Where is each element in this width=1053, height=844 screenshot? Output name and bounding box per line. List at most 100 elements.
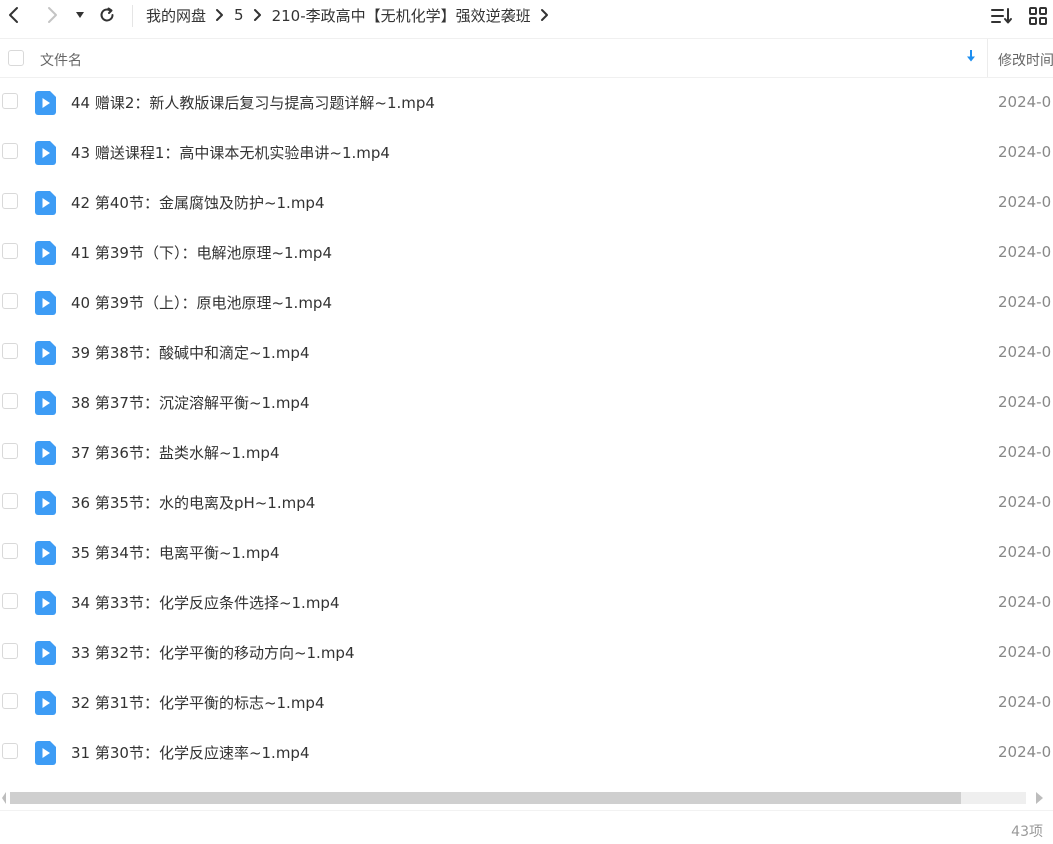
file-list: 44 赠课2：新人教版课后复习与提高习题详解~1.mp4 2024-0 43 赠…	[0, 78, 1053, 788]
scroll-left-arrow-icon[interactable]	[0, 790, 8, 806]
column-divider[interactable]	[987, 39, 988, 77]
breadcrumb-item-folder-5[interactable]: 5	[234, 6, 244, 24]
chevron-right-icon	[48, 7, 57, 23]
file-modified-time: 2024-0	[998, 743, 1052, 761]
video-file-icon	[35, 691, 56, 715]
file-table-header: 文件名 修改时间	[0, 38, 1053, 78]
nav-divider	[132, 5, 133, 27]
file-name[interactable]: 38 第37节：沉淀溶解平衡~1.mp4	[71, 392, 310, 413]
table-row[interactable]: 34 第33节：化学反应条件选择~1.mp4 2024-0	[0, 578, 1053, 628]
video-file-icon	[35, 741, 56, 765]
chevron-right-icon[interactable]	[531, 5, 559, 25]
table-row[interactable]: 33 第32节：化学平衡的移动方向~1.mp4 2024-0	[0, 628, 1053, 678]
file-name[interactable]: 36 第35节：水的电离及pH~1.mp4	[71, 492, 315, 513]
refresh-icon	[100, 7, 114, 22]
table-row[interactable]: 32 第31节：化学平衡的标志~1.mp4 2024-0	[0, 678, 1053, 728]
row-checkbox[interactable]	[2, 193, 18, 209]
table-row[interactable]: 37 第36节：盐类水解~1.mp4 2024-0	[0, 428, 1053, 478]
file-modified-time: 2024-0	[998, 93, 1052, 111]
item-count: 43项	[1011, 824, 1043, 840]
table-row[interactable]: 36 第35节：水的电离及pH~1.mp4 2024-0	[0, 478, 1053, 528]
chevron-right-icon	[206, 5, 234, 25]
file-modified-time: 2024-0	[998, 143, 1052, 161]
video-file-icon	[35, 441, 56, 465]
file-name[interactable]: 32 第31节：化学平衡的标志~1.mp4	[71, 692, 325, 713]
column-header-name[interactable]: 文件名	[40, 50, 82, 70]
refresh-button[interactable]	[93, 1, 121, 29]
view-mode-button[interactable]	[1023, 2, 1053, 30]
sort-list-icon	[991, 8, 1012, 24]
file-name[interactable]: 39 第38节：酸碱中和滴定~1.mp4	[71, 342, 310, 363]
caret-down-icon	[76, 12, 84, 18]
file-name[interactable]: 33 第32节：化学平衡的移动方向~1.mp4	[71, 642, 355, 663]
table-row[interactable]: 35 第34节：电离平衡~1.mp4 2024-0	[0, 528, 1053, 578]
file-modified-time: 2024-0	[998, 393, 1052, 411]
table-row[interactable]: 38 第37节：沉淀溶解平衡~1.mp4 2024-0	[0, 378, 1053, 428]
row-checkbox[interactable]	[2, 693, 18, 709]
row-checkbox[interactable]	[2, 543, 18, 559]
row-checkbox[interactable]	[2, 443, 18, 459]
forward-button[interactable]	[38, 1, 66, 29]
row-checkbox[interactable]	[2, 243, 18, 259]
file-name[interactable]: 43 赠送课程1：高中课本无机实验串讲~1.mp4	[71, 142, 390, 163]
file-modified-time: 2024-0	[998, 493, 1052, 511]
video-file-icon	[35, 491, 56, 515]
row-checkbox[interactable]	[2, 143, 18, 159]
row-checkbox[interactable]	[2, 593, 18, 609]
file-modified-time: 2024-0	[998, 443, 1052, 461]
row-checkbox[interactable]	[2, 743, 18, 759]
file-name[interactable]: 41 第39节（下）：电解池原理~1.mp4	[71, 242, 332, 263]
file-name[interactable]: 35 第34节：电离平衡~1.mp4	[71, 542, 280, 563]
scrollbar-thumb[interactable]	[10, 792, 961, 804]
column-header-mtime[interactable]: 修改时间	[998, 50, 1053, 70]
video-file-icon	[35, 391, 56, 415]
file-name[interactable]: 34 第33节：化学反应条件选择~1.mp4	[71, 592, 340, 613]
table-row[interactable]: 40 第39节（上）：原电池原理~1.mp4 2024-0	[0, 278, 1053, 328]
file-modified-time: 2024-0	[998, 293, 1052, 311]
row-checkbox[interactable]	[2, 343, 18, 359]
table-row[interactable]: 31 第30节：化学反应速率~1.mp4 2024-0	[0, 728, 1053, 778]
video-file-icon	[35, 541, 56, 565]
top-navigation-bar: 我的网盘 5 210-李政高中【无机化学】强效逆袭班	[0, 0, 1053, 38]
chevron-right-icon	[244, 5, 272, 25]
chevron-left-icon	[9, 7, 18, 23]
table-row[interactable]: 42 第40节：金属腐蚀及防护~1.mp4 2024-0	[0, 178, 1053, 228]
video-file-icon	[35, 191, 56, 215]
file-modified-time: 2024-0	[998, 593, 1052, 611]
breadcrumb: 我的网盘 5 210-李政高中【无机化学】强效逆袭班	[146, 0, 559, 30]
select-all-checkbox[interactable]	[8, 50, 24, 66]
breadcrumb-item-current-folder[interactable]: 210-李政高中【无机化学】强效逆袭班	[272, 5, 531, 26]
row-checkbox[interactable]	[2, 293, 18, 309]
file-modified-time: 2024-0	[998, 543, 1052, 561]
file-name[interactable]: 40 第39节（上）：原电池原理~1.mp4	[71, 292, 332, 313]
row-checkbox[interactable]	[2, 393, 18, 409]
video-file-icon	[35, 91, 56, 115]
video-file-icon	[35, 341, 56, 365]
sort-button[interactable]	[987, 2, 1017, 30]
file-name[interactable]: 44 赠课2：新人教版课后复习与提高习题详解~1.mp4	[71, 92, 435, 113]
file-name[interactable]: 31 第30节：化学反应速率~1.mp4	[71, 742, 310, 763]
table-row[interactable]: 41 第39节（下）：电解池原理~1.mp4 2024-0	[0, 228, 1053, 278]
table-row[interactable]: 43 赠送课程1：高中课本无机实验串讲~1.mp4 2024-0	[0, 128, 1053, 178]
table-row[interactable]: 39 第38节：酸碱中和滴定~1.mp4 2024-0	[0, 328, 1053, 378]
back-button[interactable]	[0, 1, 28, 29]
breadcrumb-item-root[interactable]: 我的网盘	[146, 5, 206, 26]
file-modified-time: 2024-0	[998, 193, 1052, 211]
file-modified-time: 2024-0	[998, 643, 1052, 661]
table-row[interactable]: 44 赠课2：新人教版课后复习与提高习题详解~1.mp4 2024-0	[0, 78, 1053, 128]
status-footer: 43项	[0, 810, 1053, 844]
history-dropdown-button[interactable]	[67, 1, 93, 29]
grid-view-icon	[1029, 7, 1047, 25]
sort-arrow-icon[interactable]	[966, 49, 976, 67]
file-name[interactable]: 42 第40节：金属腐蚀及防护~1.mp4	[71, 192, 325, 213]
horizontal-scrollbar[interactable]	[0, 788, 1053, 808]
video-file-icon	[35, 291, 56, 315]
file-name[interactable]: 37 第36节：盐类水解~1.mp4	[71, 442, 280, 463]
video-file-icon	[35, 141, 56, 165]
row-checkbox[interactable]	[2, 493, 18, 509]
video-file-icon	[35, 591, 56, 615]
row-checkbox[interactable]	[2, 93, 18, 109]
video-file-icon	[35, 641, 56, 665]
scroll-right-arrow-icon[interactable]	[1033, 790, 1045, 806]
row-checkbox[interactable]	[2, 643, 18, 659]
